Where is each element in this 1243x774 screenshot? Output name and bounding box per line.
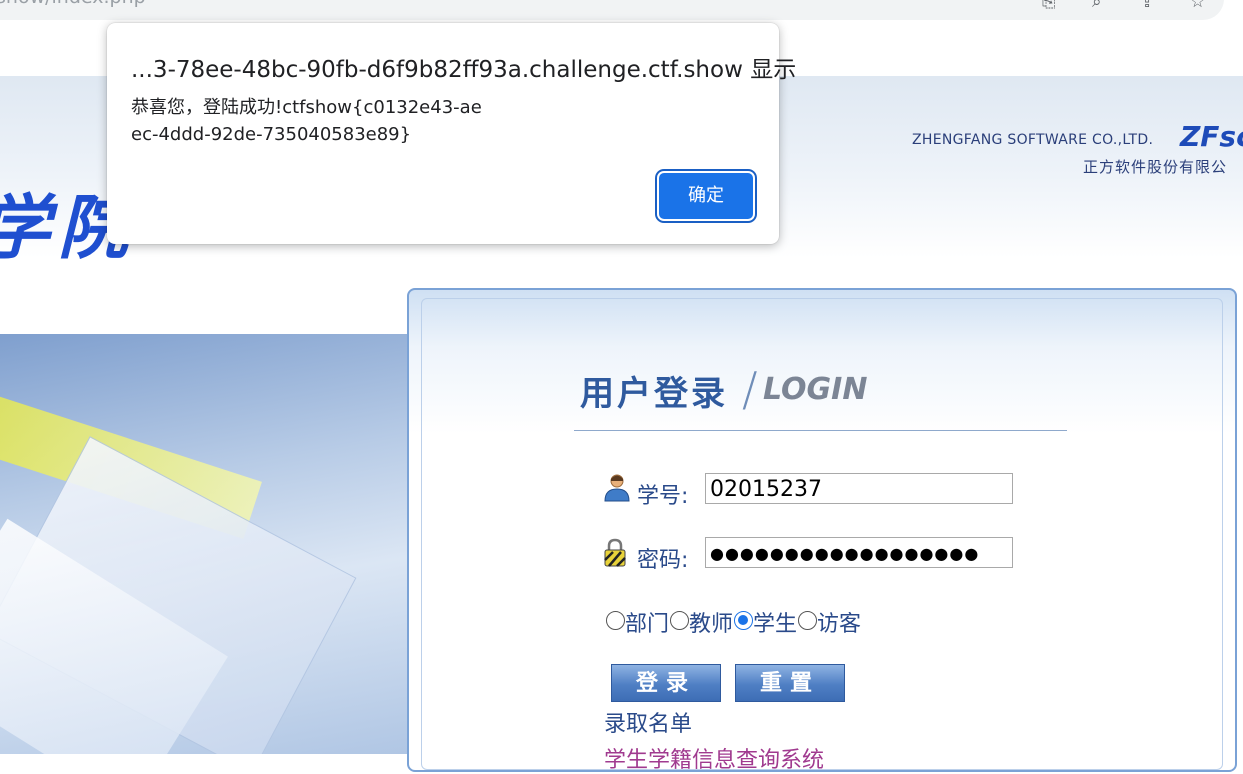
alert-message: 恭喜您，登陆成功!ctfshow{c0132e43-aeec-4ddd-92de… <box>131 97 482 145</box>
role-label-student: 学生 <box>753 612 798 637</box>
alert-title: ...3-78ee-48bc-90fb-d6f9b82ff93a.challen… <box>131 57 797 83</box>
company-name-en: ZHENGFANG SOFTWARE CO.,LTD. <box>912 132 1154 148</box>
password-input[interactable]: ●●●●●●●●●●●●●●●●●● <box>705 537 1013 568</box>
role-label-visitor: 访客 <box>817 612 862 637</box>
role-label-teacher: 教师 <box>689 612 734 637</box>
company-name-cn: 正方软件股份有限公 <box>1083 158 1228 176</box>
address-bar-url[interactable]: show/index.php <box>0 0 146 8</box>
user-icon <box>604 474 630 502</box>
bookmark-star-icon[interactable]: ☆ <box>1190 0 1205 12</box>
login-title-en: LOGIN <box>763 372 868 407</box>
student-status-query-link[interactable]: 学生学籍信息查询系统 <box>604 742 824 774</box>
role-radio-student[interactable] <box>734 611 754 630</box>
login-title: 用户登录 <box>580 374 728 414</box>
role-radio-visitor[interactable] <box>798 611 818 630</box>
company-logo: ZFsc <box>1180 120 1243 153</box>
login-button[interactable]: 登录 <box>611 664 721 702</box>
role-selector: 部门 教师 学生 访客 <box>606 606 862 638</box>
lock-icon <box>604 538 626 567</box>
student-id-label: 学号: <box>637 484 689 509</box>
admission-list-link[interactable]: 录取名单 <box>604 706 692 738</box>
student-id-input[interactable]: 02015237 <box>705 473 1013 504</box>
alert-ok-button[interactable]: 确定 <box>659 173 753 219</box>
role-radio-department[interactable] <box>606 611 625 630</box>
reset-button[interactable]: 重置 <box>735 664 845 702</box>
role-label-department: 部门 <box>625 612 670 637</box>
role-radio-teacher[interactable] <box>670 611 690 630</box>
title-divider <box>574 430 1067 431</box>
title-separator: / <box>742 362 758 416</box>
password-label: 密码: <box>637 548 689 573</box>
translate-icon[interactable]: ⎘ <box>1042 0 1056 12</box>
decorative-banner-image <box>0 334 409 754</box>
zoom-icon[interactable]: ⌕ <box>1092 0 1102 12</box>
share-icon[interactable]: ⇪ <box>1140 0 1154 12</box>
address-bar[interactable] <box>0 0 1224 20</box>
alert-dialog: ...3-78ee-48bc-90fb-d6f9b82ff93a.challen… <box>107 23 796 244</box>
